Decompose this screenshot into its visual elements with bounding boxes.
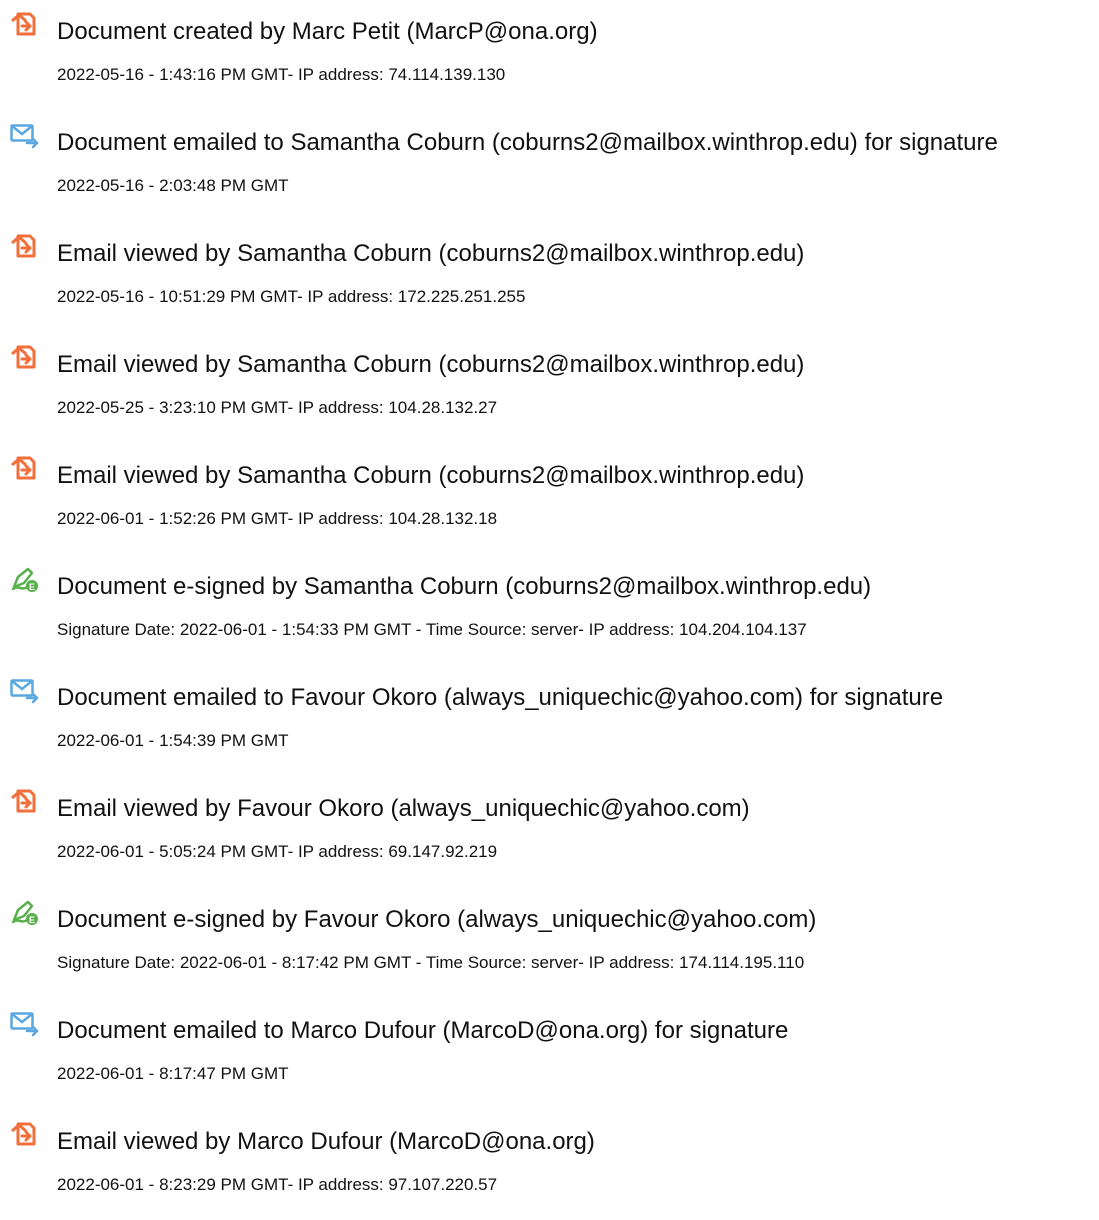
email-sent-icon: [10, 1009, 40, 1037]
document-view-icon: [10, 454, 40, 482]
audit-event: E Document e-signed by Samantha Coburn (…: [0, 565, 1099, 639]
event-detail: 2022-06-01 - 1:52:26 PM GMT- IP address:…: [57, 509, 498, 528]
event-title: Email viewed by Samantha Coburn (coburns…: [57, 240, 805, 267]
event-title: Email viewed by Marco Dufour (MarcoD@ona…: [57, 1128, 595, 1155]
audit-event: Document emailed to Favour Okoro (always…: [0, 676, 1099, 750]
event-detail: 2022-05-16 - 10:51:29 PM GMT- IP address…: [57, 287, 526, 306]
audit-event: Document emailed to Marco Dufour (MarcoD…: [0, 1009, 1099, 1083]
event-title: Email viewed by Favour Okoro (always_uni…: [57, 795, 750, 822]
audit-event: Email viewed by Samantha Coburn (coburns…: [0, 232, 1099, 306]
event-title: Document e-signed by Samantha Coburn (co…: [57, 573, 872, 600]
audit-event: Email viewed by Samantha Coburn (coburns…: [0, 454, 1099, 528]
audit-event: Document created by Marc Petit (MarcP@on…: [0, 10, 1099, 84]
event-detail: 2022-05-16 - 2:03:48 PM GMT: [57, 176, 289, 195]
audit-event: Email viewed by Samantha Coburn (coburns…: [0, 343, 1099, 417]
event-detail: 2022-06-01 - 8:23:29 PM GMT- IP address:…: [57, 1175, 498, 1194]
document-view-icon: [10, 1120, 40, 1148]
audit-event: E Document e-signed by Favour Okoro (alw…: [0, 898, 1099, 972]
audit-event: Email viewed by Favour Okoro (always_uni…: [0, 787, 1099, 861]
audit-event: Document emailed to Samantha Coburn (cob…: [0, 121, 1099, 195]
event-detail: Signature Date: 2022-06-01 - 1:54:33 PM …: [57, 620, 807, 639]
email-sent-icon: [10, 676, 40, 704]
email-sent-icon: [10, 121, 40, 149]
event-title: Document created by Marc Petit (MarcP@on…: [57, 18, 598, 45]
document-view-icon: [10, 787, 40, 815]
document-view-icon: [10, 10, 40, 38]
event-title: Document e-signed by Favour Okoro (alway…: [57, 906, 817, 933]
event-title: Document emailed to Marco Dufour (MarcoD…: [57, 1017, 789, 1044]
e-sign-icon: E: [10, 565, 40, 593]
svg-text:E: E: [29, 915, 35, 925]
document-view-icon: [10, 343, 40, 371]
event-title: Document emailed to Samantha Coburn (cob…: [57, 129, 998, 156]
e-sign-icon: E: [10, 898, 40, 926]
event-title: Document emailed to Favour Okoro (always…: [57, 684, 944, 711]
document-view-icon: [10, 232, 40, 260]
event-detail: Signature Date: 2022-06-01 - 8:17:42 PM …: [57, 953, 805, 972]
event-detail: 2022-06-01 - 8:17:47 PM GMT: [57, 1064, 289, 1083]
event-detail: 2022-05-25 - 3:23:10 PM GMT- IP address:…: [57, 398, 498, 417]
svg-text:E: E: [29, 582, 35, 592]
audit-event: Email viewed by Marco Dufour (MarcoD@ona…: [0, 1120, 1099, 1194]
event-title: Email viewed by Samantha Coburn (coburns…: [57, 351, 805, 378]
event-title: Email viewed by Samantha Coburn (coburns…: [57, 462, 805, 489]
event-detail: 2022-05-16 - 1:43:16 PM GMT- IP address:…: [57, 65, 506, 84]
event-detail: 2022-06-01 - 1:54:39 PM GMT: [57, 731, 289, 750]
event-detail: 2022-06-01 - 5:05:24 PM GMT- IP address:…: [57, 842, 498, 861]
